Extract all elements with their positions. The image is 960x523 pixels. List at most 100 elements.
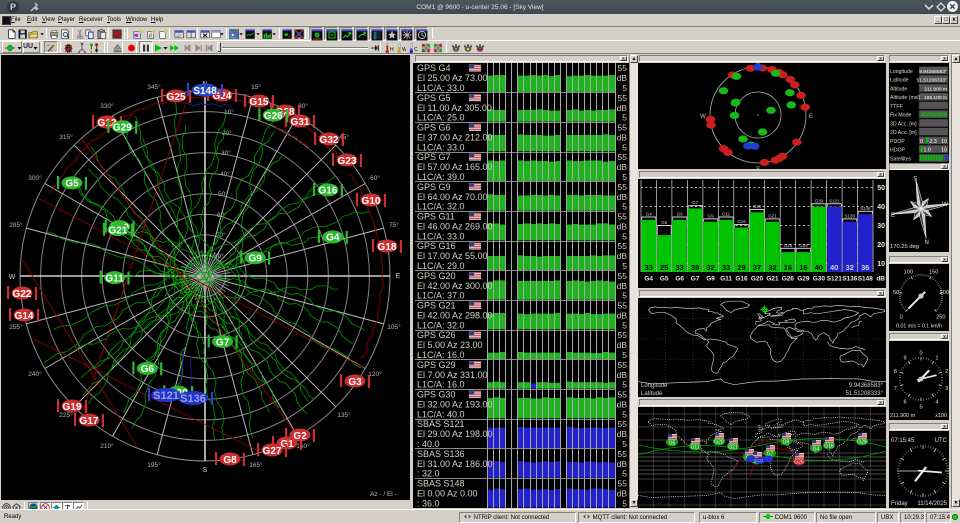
svg-text:S121: S121 [153,390,179,402]
svg-text:40: 40 [830,263,838,272]
svg-text:W: W [402,47,406,53]
svg-text:G16: G16 [737,219,746,224]
svg-text:G30: G30 [815,198,824,203]
svg-text:3: 3 [945,386,948,392]
svg-text:C: C [414,47,418,53]
svg-text:0: 0 [920,139,923,145]
svg-text:dB: dB [617,162,628,172]
svg-text:G29: G29 [799,243,808,248]
svg-text:55: 55 [618,182,628,192]
svg-text:250: 250 [936,314,945,320]
svg-text:5: 5 [622,202,627,212]
svg-text:9: 9 [904,356,907,362]
svg-text:07:15:45: 07:15:45 [891,438,915,444]
svg-text:G1: G1 [280,439,294,450]
svg-text:29: 29 [737,263,745,272]
svg-text:GPS G6: GPS G6 [417,123,451,133]
svg-text:5: 5 [622,261,627,271]
svg-text:GPS G16: GPS G16 [417,241,456,251]
svg-text:50°: 50° [218,190,228,198]
svg-text:L1C/A: 25.0: L1C/A: 25.0 [417,113,465,123]
svg-text:39: 39 [691,263,699,272]
svg-text:GPS G5: GPS G5 [417,93,451,103]
svg-text:7: 7 [894,386,897,392]
svg-text:10: 10 [941,139,947,145]
svg-text:5: 5 [622,498,627,508]
svg-text:: 40.0: : 40.0 [417,439,440,449]
svg-text:dB: dB [617,281,628,291]
svg-text:30°: 30° [221,149,231,157]
svg-text:SBAS S148: SBAS S148 [417,479,465,489]
svg-text:100: 100 [904,270,913,276]
svg-text:dB: dB [617,459,628,469]
svg-text:11/14/2025: 11/14/2025 [917,501,947,507]
svg-text:S148: S148 [193,86,217,97]
svg-text:S136: S136 [845,213,856,218]
svg-text:G29: G29 [797,276,810,283]
svg-text:0.01 m/s = 0.1 km/h: 0.01 m/s = 0.1 km/h [896,324,942,330]
svg-text:G11: G11 [690,445,699,451]
svg-text:G8: G8 [223,455,237,466]
svg-text:GPS G4: GPS G4 [417,63,451,73]
svg-text:G11: G11 [722,212,731,217]
svg-text:SBAS S121: SBAS S121 [417,419,465,429]
svg-text:GPS G9: GPS G9 [417,182,451,192]
svg-text:55: 55 [618,241,628,251]
svg-text:S121: S121 [827,276,843,283]
svg-text:50: 50 [877,185,885,192]
svg-text:Altitude: Altitude [890,86,907,92]
svg-text:G9: G9 [706,276,715,283]
svg-text:G14: G14 [15,311,34,322]
svg-text:33: 33 [722,263,730,272]
svg-text:G4: G4 [644,276,653,283]
svg-text:El 25.00 Az 73.00: El 25.00 Az 73.00 [417,73,488,83]
svg-text:25: 25 [660,263,668,272]
svg-text:0: 0 [900,314,903,320]
svg-text:345°: 345° [147,83,161,91]
svg-text:G7: G7 [216,337,230,348]
svg-text:HDOP: HDOP [890,148,906,154]
svg-text:: 36.0: : 36.0 [417,498,440,508]
svg-text:Longitude: Longitude [641,383,668,389]
svg-text:G18: G18 [378,242,397,253]
svg-text:55: 55 [618,390,628,400]
svg-text:5: 5 [622,320,627,330]
svg-text:G6: G6 [675,276,684,283]
svg-text:33: 33 [676,263,684,272]
svg-text:G19: G19 [63,402,82,413]
svg-text:5: 5 [622,142,627,152]
svg-text:G21: G21 [766,276,779,283]
svg-text:300°: 300° [28,174,42,182]
svg-text:G29: G29 [113,123,132,134]
svg-text:G26: G26 [782,276,795,283]
svg-text:El 11.00 Az 305.00: El 11.00 Az 305.00 [417,103,492,113]
svg-text:45°: 45° [339,133,349,141]
svg-text:Latitude: Latitude [890,78,909,84]
svg-text:3D Acc. [m]: 3D Acc. [m] [890,121,917,127]
svg-text:El 57.00 Az 165.00: El 57.00 Az 165.00 [417,162,493,172]
svg-text:G5: G5 [660,276,669,283]
svg-text:170.25 deg: 170.25 deg [890,244,919,250]
svg-text:Longitude: Longitude [890,69,913,75]
svg-text:3D/DGNSS: 3D/DGNSS [920,113,947,119]
svg-text:G4: G4 [326,233,340,244]
svg-text:51.51208333°: 51.51208333° [846,391,884,397]
svg-text:dB: dB [876,276,885,283]
svg-text:L1C/A: 40.0: L1C/A: 40.0 [417,409,465,419]
svg-text:G3: G3 [348,377,362,388]
svg-text:55: 55 [618,330,628,340]
svg-text:UTC: UTC [935,438,948,444]
svg-text:G32: G32 [320,135,339,146]
svg-text:55: 55 [618,93,628,103]
svg-text:6: 6 [904,399,907,405]
svg-text:4: 4 [935,399,938,405]
svg-text:33: 33 [645,263,653,272]
svg-text:: 32.0: : 32.0 [417,469,440,479]
svg-text:S148: S148 [860,206,871,211]
svg-text:G17: G17 [80,416,99,427]
svg-text:L1C/A: 16.0: L1C/A: 16.0 [417,350,465,360]
svg-text:dB: dB [617,192,628,202]
svg-text:G31: G31 [291,117,310,128]
svg-text:30: 30 [877,223,885,230]
svg-text:255°: 255° [9,323,23,331]
